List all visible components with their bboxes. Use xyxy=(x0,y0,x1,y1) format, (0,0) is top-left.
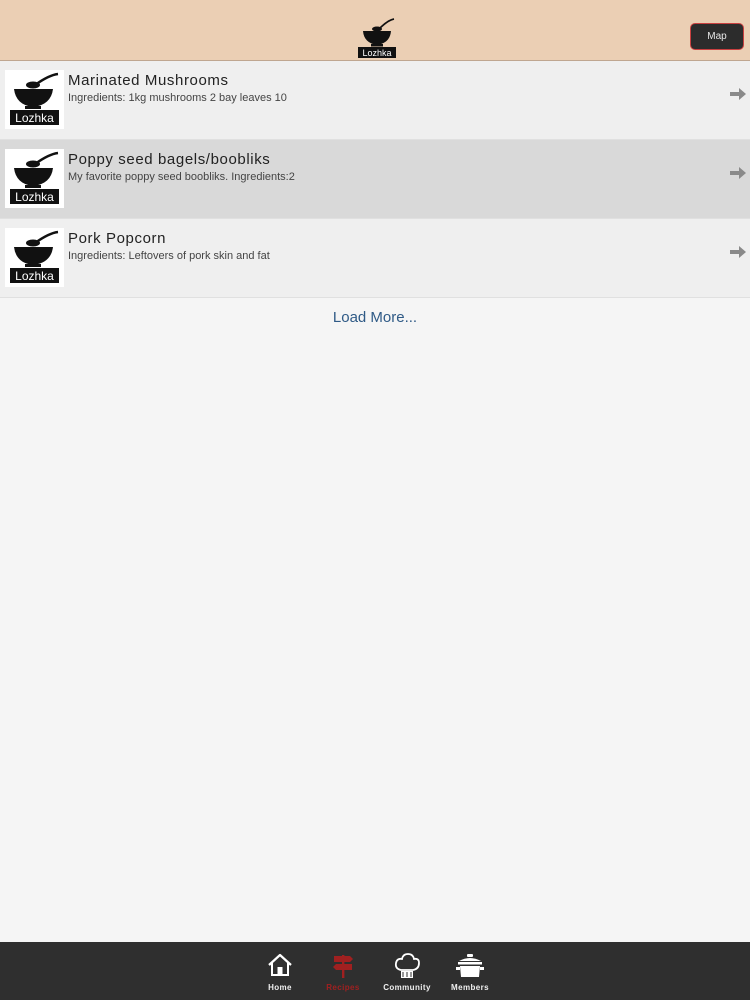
svg-text:Lozhka: Lozhka xyxy=(362,48,391,58)
signpost-icon xyxy=(333,955,353,978)
right-arrow-icon xyxy=(730,246,746,258)
tab-home[interactable]: Home xyxy=(247,942,313,1000)
recipe-row[interactable]: Lozhka Poppy seed bagels/boobliks My fav… xyxy=(0,140,750,219)
svg-text:Lozhka: Lozhka xyxy=(15,269,54,283)
recipe-title: Pork Popcorn xyxy=(68,230,167,247)
recipe-thumbnail: Lozhka xyxy=(5,228,64,287)
tab-label: Home xyxy=(268,983,292,992)
home-icon xyxy=(268,953,292,976)
recipe-title: Marinated Mushrooms xyxy=(68,72,229,89)
tab-community[interactable]: Community xyxy=(374,942,440,1000)
right-arrow-icon xyxy=(730,88,746,100)
tab-label: Community xyxy=(383,983,431,992)
recipe-title: Poppy seed bagels/boobliks xyxy=(68,151,271,168)
map-button[interactable]: Map xyxy=(690,23,744,50)
tab-bar: Home Recipes Community Members xyxy=(0,942,750,1000)
app-header: Lozhka Map xyxy=(0,0,750,61)
tab-members[interactable]: Members xyxy=(437,942,503,1000)
tab-label: Members xyxy=(451,983,489,992)
svg-text:Lozhka: Lozhka xyxy=(15,190,54,204)
recipe-list: Lozhka Marinated Mushrooms Ingredients: … xyxy=(0,61,750,298)
recipe-description: My favorite poppy seed boobliks. Ingredi… xyxy=(68,171,295,183)
tab-recipes[interactable]: Recipes xyxy=(310,942,376,1000)
recipe-description: Ingredients: Leftovers of pork skin and … xyxy=(68,250,270,262)
pot-icon xyxy=(456,954,484,977)
tab-label: Recipes xyxy=(326,983,360,992)
chef-hat-icon xyxy=(394,953,420,978)
recipe-description: Ingredients: 1kg mushrooms 2 bay leaves … xyxy=(68,92,287,104)
load-more-link[interactable]: Load More... xyxy=(0,309,750,326)
lozhka-logo: Lozhka xyxy=(358,18,396,58)
svg-text:Lozhka: Lozhka xyxy=(15,111,54,125)
recipe-thumbnail: Lozhka xyxy=(5,70,64,129)
recipe-thumbnail: Lozhka xyxy=(5,149,64,208)
recipe-row[interactable]: Lozhka Marinated Mushrooms Ingredients: … xyxy=(0,61,750,140)
recipe-row[interactable]: Lozhka Pork Popcorn Ingredients: Leftove… xyxy=(0,219,750,298)
right-arrow-icon xyxy=(730,167,746,179)
